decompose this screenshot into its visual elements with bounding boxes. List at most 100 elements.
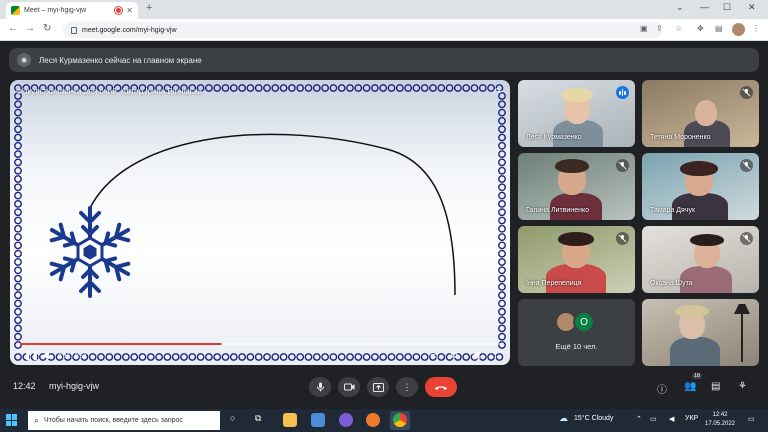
present-screen-button[interactable]: [367, 377, 389, 397]
meet-tab[interactable]: Meet – myi-hgig-vjw ✕: [6, 2, 138, 19]
border-dot: [14, 208, 22, 217]
taskbar-time: 12:42: [712, 412, 728, 418]
more-participants-tile[interactable]: О Ещё 10 чел.: [518, 299, 635, 366]
border-dot: [14, 191, 22, 200]
activities-icon[interactable]: ⚘: [738, 381, 747, 392]
border-dot: [14, 307, 22, 316]
more-options-button[interactable]: ⋮: [396, 377, 418, 397]
border-dot: [14, 266, 22, 275]
volume-tray-icon[interactable]: ◀: [669, 415, 674, 423]
weather-text[interactable]: 15°C Cloudy: [574, 415, 613, 422]
border-dot: [146, 353, 155, 361]
app-icon[interactable]: [339, 413, 353, 427]
participant-tile[interactable]: Інна Перепелиця: [518, 226, 635, 293]
participant-tile[interactable]: Тетяна Мороненко: [642, 80, 759, 147]
windows-start-icon[interactable]: [6, 414, 18, 426]
firefox-icon[interactable]: [366, 413, 380, 427]
maximize-button[interactable]: ☐: [723, 2, 731, 13]
language-indicator[interactable]: УКР: [685, 415, 698, 422]
border-dot: [337, 353, 346, 361]
border-dot: [429, 84, 437, 92]
video-share-icon[interactable]: ↷: [494, 87, 502, 98]
task-view-icon[interactable]: ⧉: [255, 413, 261, 424]
pause-icon[interactable]: ❚❚: [24, 350, 39, 361]
sidebar-icon[interactable]: ▤: [715, 24, 723, 33]
camera-icon[interactable]: ▣: [640, 24, 648, 33]
border-dot: [498, 316, 506, 325]
chat-icon[interactable]: ▤: [711, 381, 720, 392]
mic-off-icon: [616, 232, 629, 245]
store-icon[interactable]: [311, 413, 325, 427]
participant-name: Галина Литвиненко: [526, 207, 589, 214]
volume-icon[interactable]: ◀: [42, 350, 49, 361]
presentation-frame: [14, 84, 506, 361]
tab-close-button[interactable]: ✕: [126, 6, 133, 15]
border-dot: [498, 266, 506, 275]
file-explorer-icon[interactable]: [283, 413, 297, 427]
border-dot: [138, 353, 147, 361]
border-dot: [498, 158, 506, 167]
border-dot: [498, 175, 506, 183]
minimize-button[interactable]: —: [700, 2, 709, 12]
network-icon[interactable]: ▭: [650, 415, 657, 423]
border-dot: [498, 100, 506, 109]
new-tab-button[interactable]: +: [146, 2, 152, 14]
border-dot: [387, 84, 396, 92]
border-dot: [337, 84, 346, 92]
border-dot: [498, 216, 506, 225]
border-dot: [346, 353, 354, 361]
miniplayer-icon[interactable]: ▣: [472, 350, 481, 361]
people-icon[interactable]: 👥: [684, 381, 696, 392]
border-dot: [498, 191, 506, 200]
share-icon[interactable]: ⇪: [656, 24, 663, 33]
border-dot: [271, 353, 280, 361]
border-dot: [498, 183, 506, 192]
border-dot: [498, 208, 506, 217]
border-dot: [412, 353, 421, 361]
meeting-details-icon[interactable]: ⓘ: [657, 381, 667, 396]
self-view-tile[interactable]: [642, 299, 759, 366]
border-dot: [14, 158, 22, 167]
profile-avatar[interactable]: [732, 23, 745, 36]
border-dot: [14, 324, 22, 333]
settings-icon[interactable]: ⚙: [450, 350, 458, 361]
notifications-icon[interactable]: ▭: [748, 415, 755, 423]
meet-favicon-icon: [11, 6, 20, 15]
menu-kebab-icon[interactable]: ⋮: [752, 24, 760, 33]
participant-tile[interactable]: Оксана Шута: [642, 226, 759, 293]
participant-tile[interactable]: Галина Литвиненко: [518, 153, 635, 220]
captions-icon[interactable]: ▭: [430, 350, 439, 361]
border-dot: [329, 84, 338, 92]
border-dot: [113, 353, 122, 361]
cortana-icon[interactable]: ○: [230, 413, 235, 423]
end-call-button[interactable]: [425, 377, 457, 397]
border-dot: [271, 84, 280, 92]
fullscreen-icon[interactable]: ⛶: [490, 350, 496, 361]
microphone-button[interactable]: [309, 377, 331, 397]
border-dot: [279, 84, 288, 92]
border-dot: [498, 150, 506, 159]
bookmark-star-icon[interactable]: ☆: [675, 24, 682, 33]
taskbar-clock[interactable]: 12:42 17.05.2022: [703, 411, 737, 429]
taskbar-search-field[interactable]: ⌕ Чтобы начать поиск, введите здесь запр…: [28, 411, 220, 430]
border-dot: [395, 84, 404, 92]
participant-tile[interactable]: Тамара Дячук: [642, 153, 759, 220]
camera-button[interactable]: [338, 377, 360, 397]
border-dot: [362, 84, 371, 92]
tab-search-button[interactable]: ⌄: [676, 2, 684, 13]
border-dot: [14, 224, 22, 233]
tray-chevron-icon[interactable]: ⌃: [636, 415, 642, 423]
forward-arrow-icon[interactable]: →: [25, 23, 35, 34]
chrome-icon[interactable]: [393, 413, 407, 427]
border-dot: [304, 353, 313, 361]
presentation-video[interactable]: Фізкультхвилинка для очей. Автор Ірина В…: [10, 80, 510, 365]
border-dot: [14, 150, 22, 159]
border-dot: [14, 200, 22, 208]
url-field[interactable]: meet.google.com/myi-hgig-vjw: [63, 22, 663, 38]
reload-icon[interactable]: ↻: [43, 23, 51, 34]
border-dot: [14, 125, 22, 134]
participant-tile[interactable]: Леся Курмазенко: [518, 80, 635, 147]
extensions-icon[interactable]: ✥: [697, 24, 704, 33]
window-close-button[interactable]: ✕: [748, 2, 756, 13]
back-arrow-icon[interactable]: ←: [8, 23, 18, 34]
